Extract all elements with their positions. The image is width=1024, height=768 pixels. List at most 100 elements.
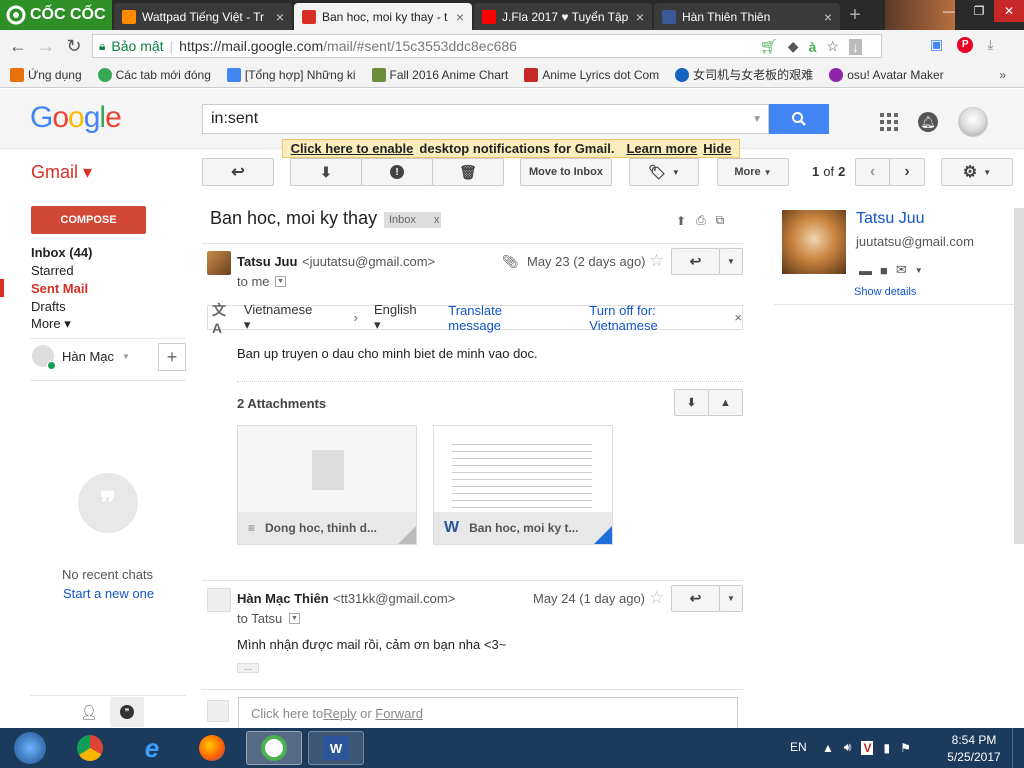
chevron-down-icon[interactable]: ▼ [915, 266, 923, 275]
start-button[interactable] [2, 731, 58, 765]
gmail-menu[interactable]: Gmail ▾ [31, 162, 92, 183]
chat-user[interactable]: Hàn Mạc ▼ [32, 345, 130, 370]
download-all-button[interactable]: ⬇ [674, 389, 709, 416]
new-tab-button[interactable]: + [844, 4, 866, 26]
more-bookmarks-icon[interactable]: » [999, 68, 1006, 82]
turn-off-translate-link[interactable]: Turn off for: Vietnamese [589, 303, 726, 333]
close-icon[interactable]: × [456, 9, 464, 25]
bookmark-recent-tabs[interactable]: Các tab mới đóng [97, 67, 211, 82]
bookmark-chinese-site[interactable]: 女司机与女老板的艰难 [675, 66, 813, 83]
action-center-icon[interactable]: ⚑ [900, 741, 911, 755]
reply-link[interactable]: Reply [323, 706, 356, 721]
tab-wattpad[interactable]: Wattpad Tiếng Việt - Tr × [114, 3, 292, 30]
reply-button[interactable]: ↩ [671, 585, 720, 612]
remove-label-icon[interactable]: x [434, 214, 440, 226]
add-chat-button[interactable]: + [158, 343, 186, 371]
close-icon[interactable]: × [824, 9, 832, 25]
start-new-chat-link[interactable]: Start a new one [63, 586, 154, 601]
enable-notifications-link[interactable]: Click here to enable [291, 141, 414, 156]
account-avatar[interactable] [958, 107, 988, 137]
reload-icon[interactable]: ↻ [64, 36, 84, 56]
sidebar-item-starred[interactable]: Starred [31, 263, 74, 278]
expand-all-icon[interactable]: ⬆ [676, 214, 686, 228]
back-icon[interactable]: ← [8, 36, 28, 56]
more-options-button[interactable]: ▼ [719, 585, 743, 612]
close-window-icon[interactable]: ✕ [994, 0, 1024, 22]
star-icon[interactable]: ☆ [649, 251, 664, 271]
bookmark-tong-hop[interactable]: [Tổng hợp] Những ki [226, 67, 356, 82]
hangouts-tab[interactable]: ❞ [110, 697, 144, 727]
star-bookmark-icon[interactable]: ☆ [826, 38, 839, 55]
attachment-card[interactable]: ≡ Dong hoc, thinh d... [237, 425, 417, 545]
network-icon[interactable]: ▮ [883, 741, 890, 755]
download-icon[interactable]: ↓ [848, 38, 862, 55]
email-icon[interactable]: ✉ [896, 262, 907, 278]
sender-name[interactable]: Hàn Mạc Thiên [237, 591, 329, 606]
delete-button[interactable]: 🗑︎ [432, 158, 504, 186]
download-arrow-icon[interactable]: ⤓ [987, 36, 993, 53]
coccoc-dictionary-icon[interactable]: à [809, 39, 817, 55]
pinterest-icon[interactable]: P [957, 36, 974, 53]
star-icon[interactable]: ☆ [649, 588, 664, 608]
move-to-inbox-button[interactable]: Move to Inbox [520, 158, 612, 186]
print-icon[interactable]: ⎙ [696, 213, 706, 228]
search-input[interactable]: in:sent ▼ [202, 104, 769, 134]
antivirus-icon[interactable]: V [861, 740, 874, 755]
google-logo[interactable]: Google [30, 101, 122, 135]
show-hidden-icons[interactable]: ▲ [822, 741, 834, 755]
tab-gmail[interactable]: Ban hoc, moi ky thay - t × [294, 3, 472, 30]
ie-taskbar-button[interactable]: e [124, 731, 180, 765]
hide-link[interactable]: Hide [703, 141, 731, 156]
show-details-link[interactable]: Show details [854, 286, 916, 298]
show-details-dropdown[interactable]: ▼ [275, 276, 286, 287]
target-language-select[interactable]: English ▾ [374, 302, 426, 333]
attachment-card[interactable]: W Ban hoc, moi ky t... [433, 425, 613, 545]
apps-grid-icon[interactable] [880, 113, 898, 131]
sidebar-item-more[interactable]: More ▾ [31, 316, 71, 332]
coccoc-brand[interactable]: CỐC CỐC [0, 0, 112, 30]
firefox-taskbar-button[interactable] [184, 731, 240, 765]
extension-icon[interactable]: ▣ [930, 36, 943, 53]
search-button[interactable] [769, 104, 829, 134]
learn-more-link[interactable]: Learn more [626, 141, 697, 156]
sender-name[interactable]: Tatsu Juu [237, 254, 297, 269]
sidebar-item-drafts[interactable]: Drafts [31, 299, 66, 314]
input-language[interactable]: EN [790, 740, 807, 754]
bookmark-apps[interactable]: Ứng dụng [10, 67, 82, 82]
labels-button[interactable]: 🏷︎ ▼ [629, 158, 699, 186]
volume-icon[interactable]: 🔊︎ [844, 740, 852, 755]
bookmark-osu[interactable]: osu! Avatar Maker [829, 67, 944, 82]
contact-card-icon[interactable]: ▬ [859, 263, 872, 278]
tab-facebook[interactable]: Hàn Thiên Thiên × [654, 3, 840, 30]
contact-name[interactable]: Tatsu Juu [856, 210, 924, 228]
forward-icon[interactable]: → [36, 36, 56, 56]
forward-link[interactable]: Forward [375, 706, 423, 721]
search-options-icon[interactable]: ▼ [752, 114, 762, 125]
back-to-sent-button[interactable]: ↩ [202, 158, 274, 186]
settings-button[interactable]: ⚙ ▼ [941, 158, 1013, 186]
clock[interactable]: 8:54 PM 5/25/2017 [945, 733, 1003, 764]
show-desktop-button[interactable] [1012, 728, 1024, 768]
show-trimmed-content-button[interactable]: ... [237, 663, 259, 673]
person-icon[interactable]: 👤︎ [80, 704, 98, 721]
close-icon[interactable]: × [276, 9, 284, 25]
reply-button[interactable]: ↩ [671, 248, 720, 275]
source-language-select[interactable]: Vietnamese ▾ [244, 302, 322, 333]
more-options-button[interactable]: ▼ [719, 248, 743, 275]
video-call-icon[interactable]: ■ [880, 263, 888, 278]
compose-button[interactable]: COMPOSE [31, 206, 146, 234]
tab-youtube[interactable]: J.Fla 2017 ♥ Tuyển Tập × [474, 3, 652, 30]
close-icon[interactable]: × [734, 310, 742, 325]
report-spam-button[interactable]: ! [361, 158, 433, 186]
show-details-dropdown[interactable]: ▼ [289, 613, 300, 624]
more-actions-button[interactable]: More ▼ [717, 158, 789, 186]
notifications-bell-icon[interactable]: 🔔︎ [918, 112, 938, 132]
chrome-taskbar-button[interactable] [62, 731, 118, 765]
word-taskbar-button[interactable]: W [308, 731, 364, 765]
contact-photo[interactable] [782, 210, 846, 274]
older-button[interactable]: › [889, 158, 925, 186]
scrollbar[interactable] [1014, 208, 1024, 544]
reply-box[interactable]: Click here to Reply or Forward [238, 697, 738, 729]
diamond-icon[interactable]: ◆ [788, 38, 799, 55]
sidebar-item-sent[interactable]: Sent Mail [31, 281, 88, 296]
